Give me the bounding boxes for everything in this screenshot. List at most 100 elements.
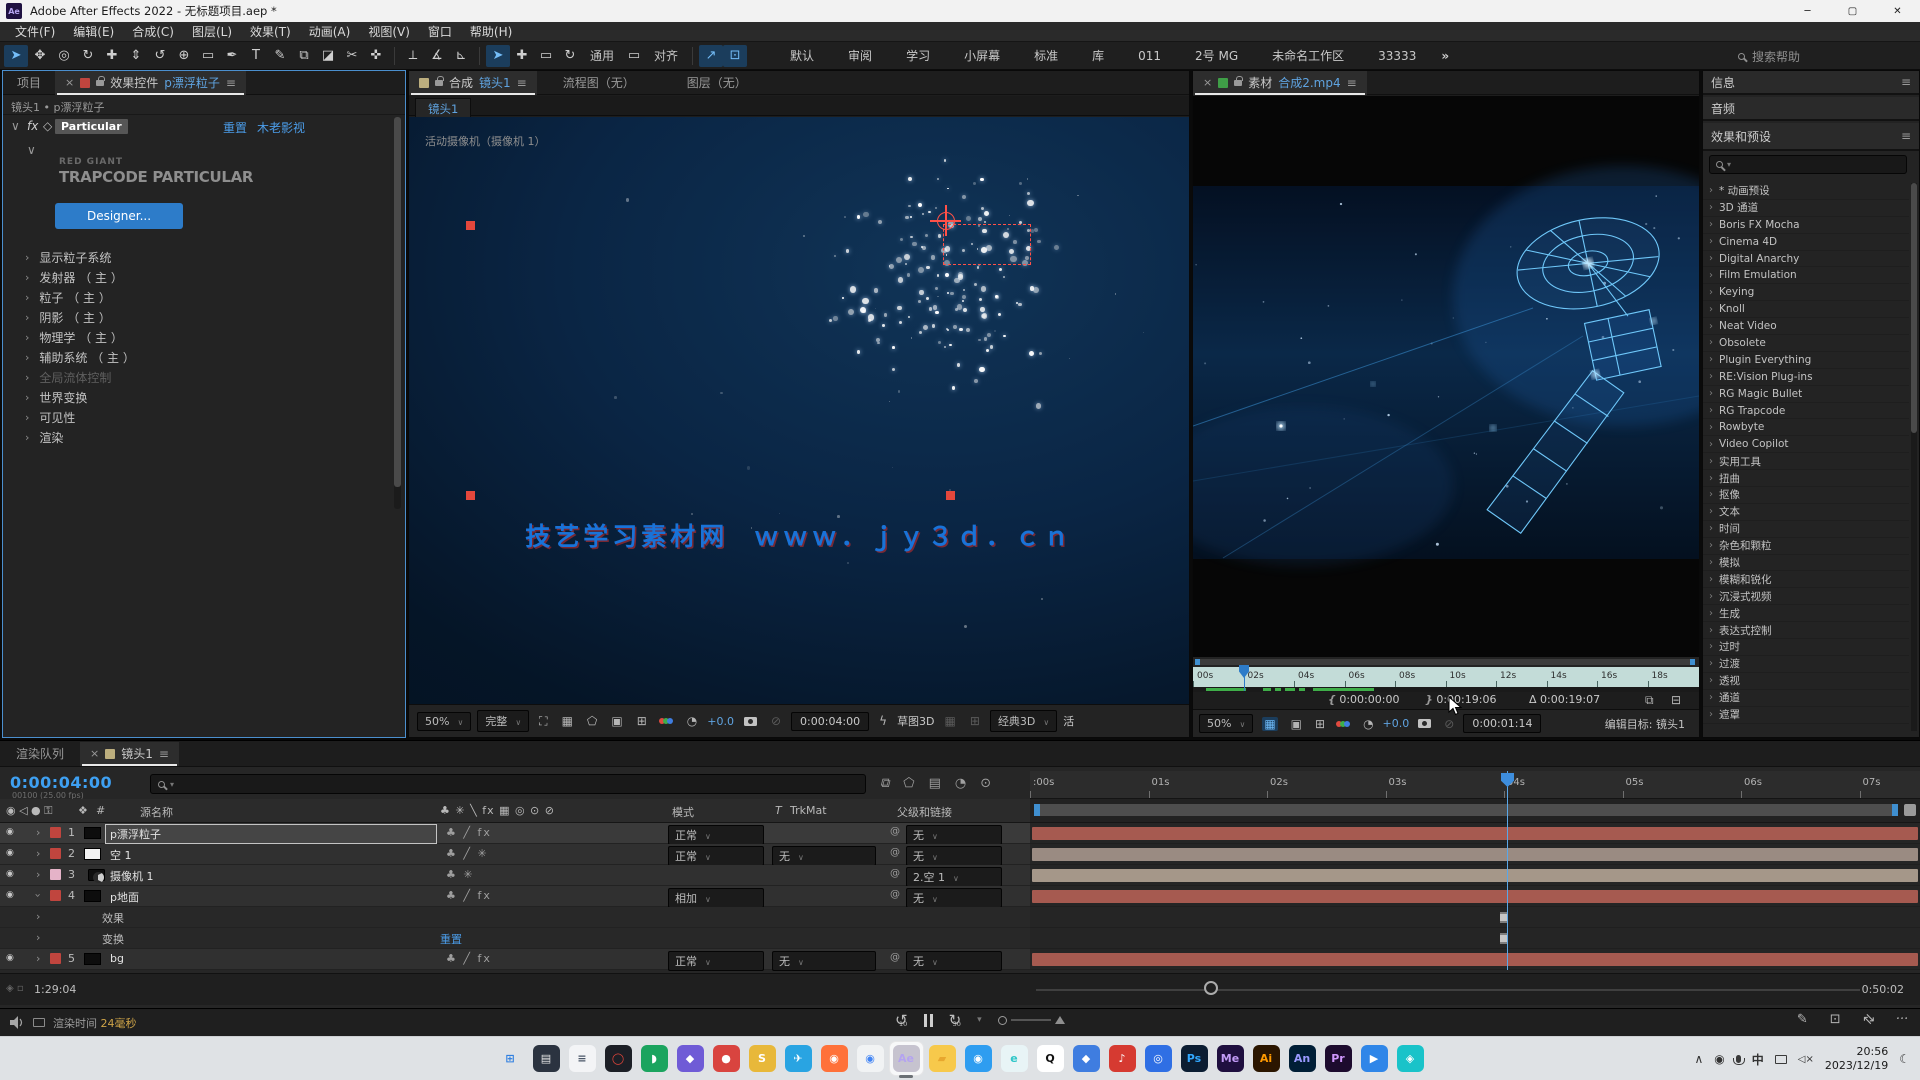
layer-duration-track[interactable] (1030, 844, 1920, 865)
menu-item[interactable]: 效果(T) (241, 23, 300, 40)
pickwhip-icon[interactable]: @ (890, 868, 900, 879)
chevron-right-icon[interactable]: › (1709, 422, 1713, 433)
layer-switches[interactable]: ♣ ╱ fx (446, 952, 492, 965)
chevron-icon[interactable]: › (36, 931, 40, 944)
chevron-right-icon[interactable]: › (1709, 371, 1713, 382)
layer-handle[interactable] (946, 491, 955, 500)
effect-category-row[interactable]: › 扭曲 (1703, 470, 1909, 487)
speaker-icon[interactable] (10, 1016, 25, 1029)
chevron-right-icon[interactable]: › (1709, 354, 1713, 365)
chevron-right-icon[interactable]: › (1709, 388, 1713, 399)
workspace-overflow-icon[interactable]: » (1441, 49, 1449, 63)
chevron-right-icon[interactable]: › (1709, 202, 1713, 213)
layer-duration-bar[interactable] (1032, 890, 1918, 903)
chevron-right-icon[interactable]: › (1709, 675, 1713, 686)
zoom-tool[interactable]: ◎ (52, 45, 76, 67)
pickwhip-icon[interactable]: @ (890, 889, 900, 900)
effect-category-row[interactable]: › 通道 (1703, 690, 1909, 707)
resize-icon[interactable]: ⇄ (1859, 1010, 1877, 1028)
chevron-right-icon[interactable]: › (25, 291, 29, 304)
menu-item[interactable]: 编辑(E) (64, 23, 123, 40)
chevron-icon[interactable]: › (36, 868, 40, 881)
designer-button[interactable]: Designer... (55, 203, 183, 229)
roi-icon[interactable]: ▣ (611, 714, 622, 728)
volume-dropdown-icon[interactable]: ▾ (977, 1015, 982, 1025)
app-red[interactable]: ● (713, 1045, 740, 1072)
effect-category-row[interactable]: › RG Trapcode (1703, 403, 1909, 420)
app-blue-2[interactable]: ▶ (1361, 1045, 1388, 1072)
edge[interactable]: e (1001, 1045, 1028, 1072)
footage-work-area[interactable] (1193, 657, 1699, 667)
workspace-tab[interactable]: 库 (1092, 47, 1104, 64)
tab-footage[interactable]: × 素材 合成2.mp4 ≡ (1193, 71, 1367, 95)
skip-back-button[interactable]: ↺10 (895, 1011, 908, 1029)
timeline-layer-row[interactable]: ◉ › 1 p漂浮粒子 ♣ ╱ fx 正常 @ 无 (0, 823, 1030, 844)
more-options-icon[interactable]: ··· (1896, 1012, 1908, 1027)
parent-link-column[interactable]: 父级和链接 (897, 804, 952, 820)
puppet-pin-tool[interactable]: ✜ (364, 45, 388, 67)
chevron-right-icon[interactable]: › (1709, 253, 1713, 264)
chevron-right-icon[interactable]: › (1709, 185, 1713, 196)
tab-effect-controls[interactable]: × 效果控件 p漂浮粒子 ≡ (55, 71, 246, 95)
menu-item[interactable]: 合成(C) (123, 23, 183, 40)
chevron-right-icon[interactable]: › (1709, 337, 1713, 348)
tab-project[interactable]: 项目 (3, 74, 55, 91)
clock[interactable]: 20:56 2023/12/19 (1825, 1045, 1888, 1073)
app-notes[interactable]: ≡ (569, 1045, 596, 1072)
minimize-button[interactable]: ─ (1785, 0, 1830, 22)
effect-category-row[interactable]: › 透视 (1703, 673, 1909, 690)
layer-duration-bar[interactable] (1032, 869, 1918, 882)
audio-panel-header[interactable]: 音频 (1703, 97, 1919, 121)
effect-category-row[interactable]: › Film Emulation (1703, 267, 1909, 284)
timeline-ruler[interactable]: :00s01s02s03s04s05s06s07s (1030, 771, 1920, 799)
effect-category-row[interactable]: › Boris FX Mocha (1703, 217, 1909, 234)
menu-item[interactable]: 视图(V) (359, 23, 419, 40)
chevron-right-icon[interactable]: › (25, 411, 29, 424)
layer-switches[interactable]: ♣ ╱ fx (446, 889, 492, 902)
timeline-layer-row[interactable]: ◉ › 5 bg ♣ ╱ fx 正常 无 @ 无 (0, 949, 1030, 970)
qq[interactable]: Q (1037, 1045, 1064, 1072)
telegram[interactable]: ✈ (785, 1045, 812, 1072)
view-axis-mode-icon[interactable]: ⊾ (449, 45, 473, 67)
type-tool[interactable]: T (244, 45, 268, 67)
chevron-right-icon[interactable]: › (25, 331, 29, 344)
tray-app-icon[interactable]: ◉ (1714, 1052, 1724, 1066)
workspace-tab[interactable]: 审阅 (848, 47, 872, 64)
nav-toggle-icons[interactable]: ◈ ▫ (6, 983, 24, 994)
playhead[interactable] (1507, 771, 1508, 970)
tray-expand-icon[interactable]: ∧ (1694, 1052, 1703, 1066)
reset-link[interactable]: 重置 (223, 119, 247, 136)
fast-preview-icon[interactable]: ϟ (879, 714, 887, 728)
effect-group-row[interactable]: › 世界变换 (3, 387, 391, 407)
chevron-right-icon[interactable]: › (25, 351, 29, 364)
world-axis-mode-icon[interactable]: ∡ (425, 45, 449, 67)
draft3d-icon[interactable]: ⬠ (903, 776, 914, 791)
timeline-layer-row[interactable]: ◉ › 效果 @ (0, 907, 1030, 928)
effect-category-row[interactable]: › 生成 (1703, 605, 1909, 622)
grid-guides-icon[interactable]: ⊞ (1315, 717, 1325, 731)
effect-category-row[interactable]: › 3D 通道 (1703, 200, 1909, 217)
pan-camera-tool[interactable]: ✚ (100, 45, 124, 67)
effect-category-row[interactable]: › 模糊和锐化 (1703, 571, 1909, 588)
renderer-select[interactable]: 经典3D (990, 710, 1057, 732)
nav-handle[interactable] (1904, 804, 1916, 816)
layer-duration-track[interactable] (1030, 928, 1920, 949)
tab-composition[interactable]: 合成 镜头1 ≡ (409, 71, 537, 95)
effects-presets-header[interactable]: 效果和预设≡ (1703, 123, 1919, 151)
layer-switches[interactable]: ♣ ✳ (446, 868, 475, 881)
keyframe-marker[interactable] (1500, 933, 1507, 944)
effect-category-row[interactable]: › Knoll (1703, 301, 1909, 318)
gizmo-rotate-icon[interactable]: ↻ (558, 45, 582, 67)
selection-tool[interactable]: ➤ (4, 45, 28, 67)
panel-menu-icon[interactable]: ≡ (159, 747, 169, 761)
layer-name[interactable]: 摄像机 1 (106, 867, 436, 885)
eye-icon[interactable]: ◉ (6, 953, 14, 963)
chevron-icon[interactable]: › (36, 826, 40, 839)
chevron-icon[interactable]: › (36, 910, 40, 923)
eye-icon[interactable]: ◉ (6, 869, 14, 879)
maximize-button[interactable]: ▢ (1830, 0, 1875, 22)
menu-item[interactable]: 文件(F) (6, 23, 64, 40)
mini-flowchart-icon[interactable]: ⧉ (880, 776, 889, 791)
blend-mode-select[interactable]: 正常 (668, 951, 764, 971)
layer-name[interactable]: p地面 (106, 888, 436, 906)
